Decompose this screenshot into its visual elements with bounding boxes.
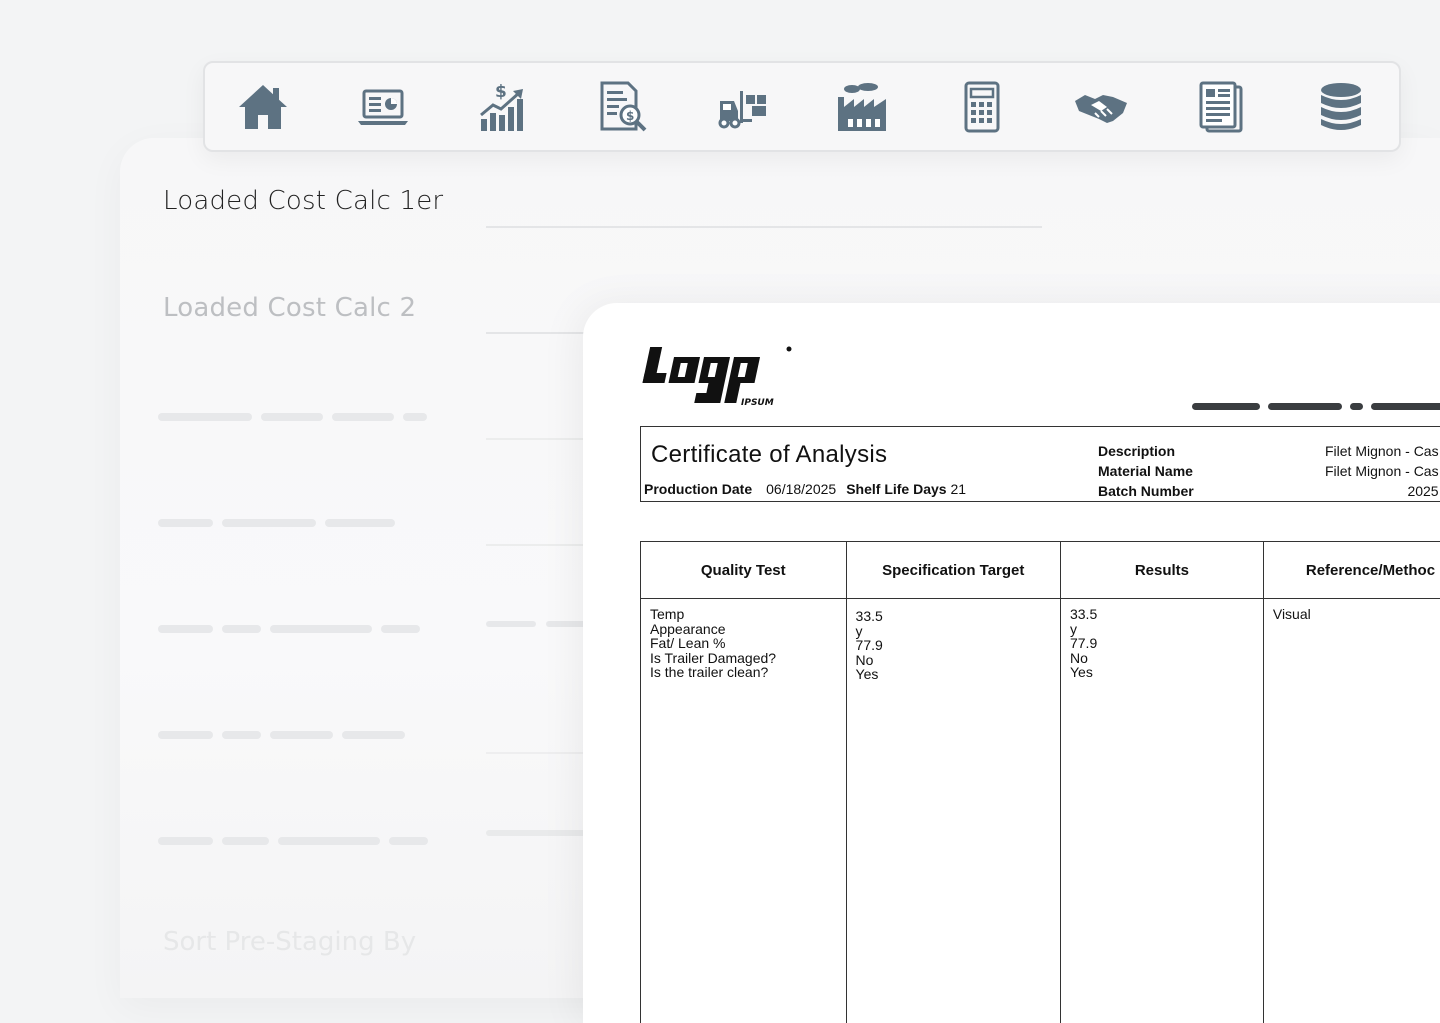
results-cell: 33.5 y 77.9 No Yes xyxy=(1060,599,1263,1023)
database-button[interactable] xyxy=(1311,77,1371,137)
sort-pre-staging-label[interactable]: Sort Pre-Staging By xyxy=(163,927,416,957)
placeholder-row xyxy=(158,837,428,845)
spec-target-cell: 33.5 y 77.9 No Yes xyxy=(846,599,1060,1023)
spec-target-item: No xyxy=(856,653,1052,668)
material-name-label: Material Name xyxy=(1098,461,1194,481)
column-header-quality-test: Quality Test xyxy=(641,542,847,599)
home-icon xyxy=(235,79,291,135)
meta-labels: Description Material Name Batch Number xyxy=(1098,441,1194,501)
certificate-title: Certificate of Analysis xyxy=(651,441,887,469)
spec-target-item: 33.5 xyxy=(856,609,1052,624)
home-button[interactable] xyxy=(233,77,293,137)
sales-button[interactable]: $ xyxy=(473,77,533,137)
production-date-label: Production Date xyxy=(644,481,752,497)
placeholder-row xyxy=(158,413,427,421)
loaded-cost-calc-2-label[interactable]: Loaded Cost Calc 2 xyxy=(163,293,416,323)
certificate-header-box: Certificate of Analysis Production Date 0… xyxy=(640,426,1440,502)
module-toolbar: $ $ xyxy=(203,61,1401,152)
result-item: No xyxy=(1070,651,1255,666)
result-item: Yes xyxy=(1070,665,1255,680)
quality-test-table: Quality Test Specification Target Result… xyxy=(640,541,1440,1023)
factory-icon xyxy=(834,79,890,135)
forklift-warehouse-icon xyxy=(714,79,770,135)
batch-number-label: Batch Number xyxy=(1098,481,1194,501)
warehouse-button[interactable] xyxy=(712,77,772,137)
placeholder-row xyxy=(158,519,395,527)
result-item: 33.5 xyxy=(1070,607,1255,622)
quality-test-cell: Temp Appearance Fat/ Lean % Is Trailer D… xyxy=(641,599,847,1023)
batch-number-value: 2025 xyxy=(1325,481,1439,501)
spec-target-item: 77.9 xyxy=(856,638,1052,653)
divider xyxy=(486,226,1042,228)
column-header-results: Results xyxy=(1060,542,1263,599)
handshake-icon xyxy=(1073,79,1129,135)
invoice-button[interactable]: $ xyxy=(592,77,652,137)
placeholder-row xyxy=(158,731,405,739)
meta-values: Filet Mignon - Cas Filet Mignon - Cas 20… xyxy=(1325,441,1439,501)
certificate-document: IPSUM Certificate of Analysis Production… xyxy=(583,303,1440,1023)
column-header-reference: Reference/Methoc xyxy=(1263,542,1440,599)
svg-text:$: $ xyxy=(626,109,634,123)
description-value: Filet Mignon - Cas xyxy=(1325,441,1439,461)
placeholder-row xyxy=(158,625,420,633)
description-label: Description xyxy=(1098,441,1194,461)
invoice-search-icon: $ xyxy=(594,79,650,135)
laptop-dashboard-icon xyxy=(355,79,411,135)
calculator-icon xyxy=(954,79,1010,135)
reference-cell: Visual xyxy=(1263,599,1440,1023)
reports-button[interactable] xyxy=(1191,77,1251,137)
shelf-life-label: Shelf Life Days xyxy=(846,481,946,497)
report-document-icon xyxy=(1193,79,1249,135)
table-row: Temp Appearance Fat/ Lean % Is Trailer D… xyxy=(641,599,1440,1023)
sales-growth-icon: $ xyxy=(475,79,531,135)
production-info: Production Date 06/18/2025 Shelf Life Days… xyxy=(644,481,966,497)
spec-target-item: y xyxy=(856,624,1052,639)
divider xyxy=(486,621,536,627)
production-button[interactable] xyxy=(832,77,892,137)
reference-item: Visual xyxy=(1273,607,1440,622)
company-logo: IPSUM xyxy=(637,343,797,414)
logo-subtext: IPSUM xyxy=(741,398,774,408)
dashboard-button[interactable] xyxy=(353,77,413,137)
production-date-value: 06/18/2025 xyxy=(766,481,836,497)
quality-test-item: Is Trailer Damaged? xyxy=(650,651,838,666)
result-item: y xyxy=(1070,622,1255,637)
quality-test-item: Fat/ Lean % xyxy=(650,636,838,651)
spec-target-item: Yes xyxy=(856,667,1052,682)
column-header-spec-target: Specification Target xyxy=(846,542,1060,599)
quality-test-item: Appearance xyxy=(650,622,838,637)
loaded-cost-calc-1-label[interactable]: Loaded Cost Calc 1er xyxy=(163,186,443,216)
quality-test-item: Temp xyxy=(650,607,838,622)
decorative-dashes xyxy=(1192,403,1440,410)
calculator-button[interactable] xyxy=(952,77,1012,137)
quality-test-item: Is the trailer clean? xyxy=(650,665,838,680)
partners-button[interactable] xyxy=(1071,77,1131,137)
result-item: 77.9 xyxy=(1070,636,1255,651)
material-name-value: Filet Mignon - Cas xyxy=(1325,461,1439,481)
database-icon xyxy=(1313,79,1369,135)
shelf-life-value: 21 xyxy=(950,481,966,497)
svg-text:$: $ xyxy=(495,82,507,102)
